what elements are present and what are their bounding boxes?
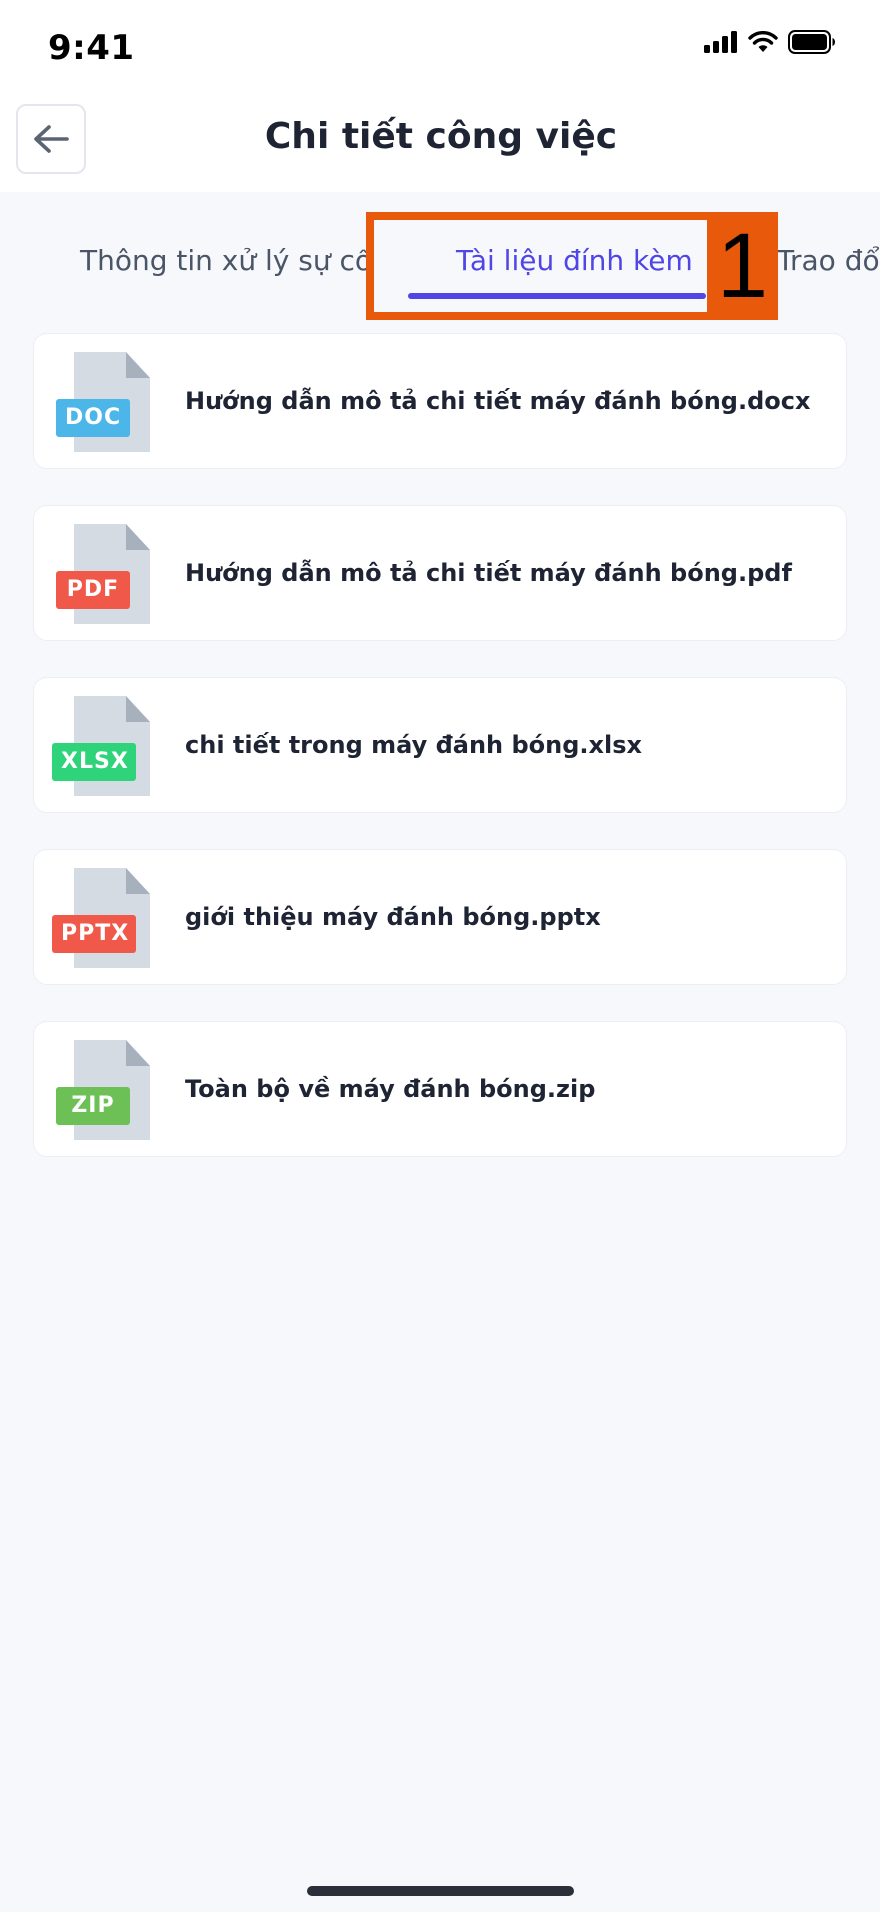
signal-icon	[704, 31, 737, 53]
file-item-pptx[interactable]: PPTX giới thiệu máy đánh bóng.pptx	[33, 849, 847, 985]
xlsx-file-icon: XLSX	[52, 696, 152, 796]
file-type-badge: PPTX	[52, 915, 136, 953]
file-type-badge: DOC	[56, 399, 130, 437]
file-name: Hướng dẫn mô tả chi tiết máy đánh bóng.d…	[185, 387, 811, 415]
file-type-badge: ZIP	[56, 1087, 130, 1125]
annotation-number: 1	[707, 212, 778, 320]
status-bar: 9:41	[0, 0, 880, 86]
battery-icon	[788, 30, 835, 54]
status-time: 9:41	[48, 28, 135, 68]
file-item-xlsx[interactable]: XLSX chi tiết trong máy đánh bóng.xlsx	[33, 677, 847, 813]
file-name: Toàn bộ về máy đánh bóng.zip	[185, 1075, 596, 1103]
file-item-pdf[interactable]: PDF Hướng dẫn mô tả chi tiết máy đánh bó…	[33, 505, 847, 641]
status-icons	[704, 30, 836, 54]
page-title: Chi tiết công việc	[264, 116, 618, 157]
file-item-docx[interactable]: DOC Hướng dẫn mô tả chi tiết máy đánh bó…	[33, 333, 847, 469]
home-indicator[interactable]	[307, 1886, 574, 1896]
file-name: giới thiệu máy đánh bóng.pptx	[185, 903, 601, 931]
file-type-badge: XLSX	[52, 743, 136, 781]
tab-incident-info[interactable]: Thông tin xử lý sự cố	[80, 244, 372, 277]
pptx-file-icon: PPTX	[52, 868, 152, 968]
file-type-badge: PDF	[56, 571, 130, 609]
wifi-icon	[748, 31, 778, 52]
file-name: Hướng dẫn mô tả chi tiết máy đánh bóng.p…	[185, 559, 792, 587]
pdf-file-icon: PDF	[52, 524, 152, 624]
tab-discussion[interactable]: Trao đổi	[777, 244, 880, 277]
file-item-zip[interactable]: ZIP Toàn bộ về máy đánh bóng.zip	[33, 1021, 847, 1157]
file-name: chi tiết trong máy đánh bóng.xlsx	[185, 731, 643, 759]
attachment-list: DOC Hướng dẫn mô tả chi tiết máy đánh bó…	[33, 333, 847, 1193]
zip-file-icon: ZIP	[52, 1040, 152, 1140]
doc-file-icon: DOC	[52, 352, 152, 452]
header: Chi tiết công việc	[0, 86, 880, 192]
